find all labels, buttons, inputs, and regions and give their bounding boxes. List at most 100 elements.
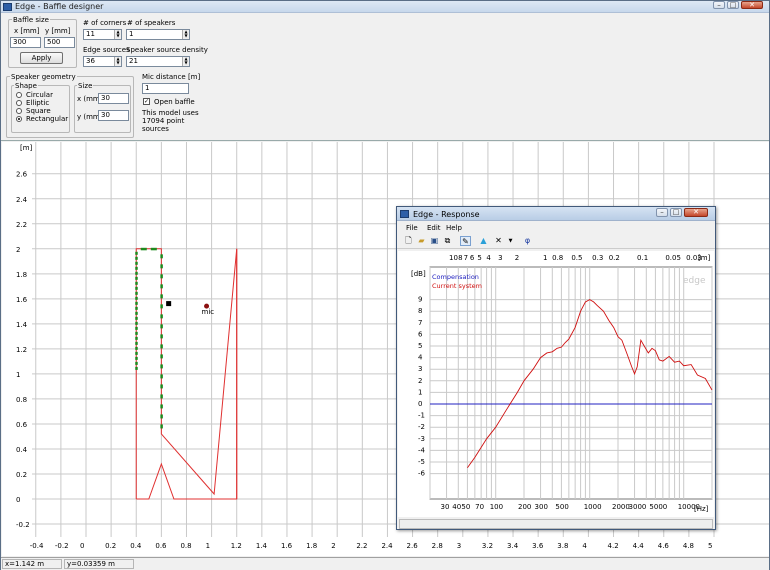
- response-hz-unit: [Hz]: [694, 505, 709, 513]
- speaker-density-value: 21: [129, 57, 138, 65]
- new-icon[interactable]: 🗋: [403, 236, 414, 246]
- speakers-spinner[interactable]: ▲ ▼: [182, 30, 189, 39]
- mic-distance-input[interactable]: 1: [142, 83, 189, 94]
- menu-edit[interactable]: Edit: [427, 224, 441, 232]
- edge-source-point: [135, 296, 138, 300]
- close-x-icon[interactable]: ✕: [493, 236, 504, 246]
- edge-source-point: [135, 306, 138, 310]
- response-db-tick: -6: [418, 470, 426, 478]
- response-distance-tick: 7: [464, 254, 468, 262]
- shape-circular-radio[interactable]: [16, 92, 22, 98]
- save-icon[interactable]: ▣: [429, 236, 440, 246]
- shape-square-label: Square: [26, 107, 51, 115]
- speakers-label: # of speakers: [127, 19, 176, 27]
- apply-button[interactable]: Apply: [20, 52, 63, 64]
- marker-icon[interactable]: ✎: [460, 236, 471, 246]
- shape-elliptic-radio[interactable]: [16, 100, 22, 106]
- baffle-y-input[interactable]: 500: [44, 37, 75, 48]
- response-plot[interactable]: 10 8 7 6 5 4 3 2 1 0.8 0.5 0.3 0.2 0.1 0.05 0.03 [m] [d…: [398, 251, 714, 517]
- edge-source-point: [135, 331, 138, 335]
- copy-icon[interactable]: ⧉: [442, 236, 453, 246]
- response-minimize-button[interactable]: –: [656, 208, 668, 217]
- edge-source-point: [135, 266, 138, 270]
- settings-panel: Baffle size x [mm] y [mm] 300 500 Apply …: [1, 13, 769, 141]
- edge-sources-value: 36: [86, 57, 95, 65]
- layout-x-tick: 0.4: [130, 542, 142, 550]
- open-baffle-checkbox[interactable]: ✓: [143, 98, 150, 105]
- response-db-tick: 5: [418, 342, 422, 350]
- response-db-tick: 1: [418, 388, 422, 396]
- layout-x-tick: 4.4: [633, 542, 645, 550]
- response-canvas[interactable]: 10 8 7 6 5 4 3 2 1 0.8 0.5 0.3 0.2 0.1 0.05 0.03 [m] [d…: [398, 251, 714, 517]
- app-icon: [3, 3, 12, 11]
- response-maximize-button[interactable]: □: [670, 208, 682, 217]
- response-db-tick: 2: [418, 377, 422, 385]
- layout-y-tick: 1: [16, 371, 20, 379]
- layout-y-tick: 1.2: [16, 346, 27, 354]
- layout-x-tick: 2.6: [407, 542, 419, 550]
- layout-x-tick: 1.8: [306, 542, 317, 550]
- open-icon[interactable]: ▰: [416, 236, 427, 246]
- layout-x-tick: 0.6: [155, 542, 167, 550]
- layout-y-tick: 0.2: [16, 471, 27, 479]
- edge-source-point: [135, 346, 138, 350]
- response-status-bar: [399, 519, 713, 529]
- baffle-size-title: Baffle size: [12, 16, 50, 24]
- response-top-unit: [m]: [698, 254, 711, 262]
- response-distance-tick: 0.5: [571, 254, 582, 262]
- edge-sources-input[interactable]: 36 ▲ ▼: [83, 56, 122, 67]
- edge-source-point: [160, 254, 163, 259]
- edge-sources-spinner[interactable]: ▲ ▼: [114, 57, 121, 66]
- edge-source-point: [160, 274, 163, 279]
- layout-x-tick: 1.2: [231, 542, 242, 550]
- speakers-input[interactable]: 1 ▲ ▼: [126, 29, 190, 40]
- response-db-tick: 0: [418, 400, 422, 408]
- speaker-density-input[interactable]: 21 ▲ ▼: [126, 56, 190, 67]
- layout-y-tick: -0.2: [16, 521, 30, 529]
- shape-circular-label: Circular: [26, 91, 53, 99]
- layout-x-tick: 2: [331, 542, 335, 550]
- edge-source-point: [135, 281, 138, 285]
- response-app-icon: [400, 210, 409, 218]
- speaker-density-spinner[interactable]: ▲ ▼: [182, 57, 189, 66]
- response-distance-tick: 10: [449, 254, 458, 262]
- response-hz-tick: 2000: [612, 503, 630, 511]
- response-close-button[interactable]: ✕: [684, 208, 708, 217]
- layout-x-tick: 2.8: [432, 542, 443, 550]
- status-bar: x=1.142 m y=0.03359 m: [1, 557, 769, 570]
- layout-unit-label: [m]: [20, 144, 33, 152]
- response-distance-tick: 3: [498, 254, 502, 262]
- corners-spinner[interactable]: ▲ ▼: [114, 30, 121, 39]
- response-hz-tick: 40: [452, 503, 461, 511]
- phase-icon[interactable]: φ: [522, 236, 533, 246]
- edge-source-point: [135, 336, 138, 340]
- size-x-input[interactable]: 30: [98, 93, 129, 104]
- corners-input[interactable]: 11 ▲ ▼: [83, 29, 122, 40]
- shape-square-radio[interactable]: [16, 108, 22, 114]
- response-hz-tick: 100: [490, 503, 503, 511]
- edge-source-point: [140, 247, 147, 251]
- response-hz-tick: 3000: [629, 503, 647, 511]
- baffle-x-input[interactable]: 300: [10, 37, 41, 48]
- menu-file[interactable]: File: [406, 224, 418, 232]
- edge-source-point: [160, 344, 163, 349]
- paint-icon[interactable]: ▲: [478, 236, 489, 246]
- speaker-marker[interactable]: [166, 301, 172, 307]
- layout-x-tick: 4.2: [608, 542, 619, 550]
- layout-y-tick: 0.8: [16, 396, 27, 404]
- menu-help[interactable]: Help: [446, 224, 462, 232]
- minimize-button[interactable]: –: [713, 1, 725, 9]
- response-db-tick: 3: [418, 365, 422, 373]
- shape-rectangular-radio[interactable]: [16, 116, 22, 122]
- edge-source-point: [160, 384, 163, 389]
- edge-source-point: [135, 351, 138, 355]
- response-db-tick: -5: [418, 458, 425, 466]
- layout-y-tick: 0: [16, 496, 20, 504]
- size-y-input[interactable]: 30: [98, 110, 129, 121]
- maximize-button[interactable]: □: [727, 1, 739, 9]
- response-hz-tick: 5000: [649, 503, 667, 511]
- edge-source-point: [160, 364, 163, 369]
- dropdown-icon[interactable]: ▼: [505, 236, 516, 246]
- close-button[interactable]: ✕: [741, 1, 763, 9]
- edge-source-point: [135, 321, 138, 325]
